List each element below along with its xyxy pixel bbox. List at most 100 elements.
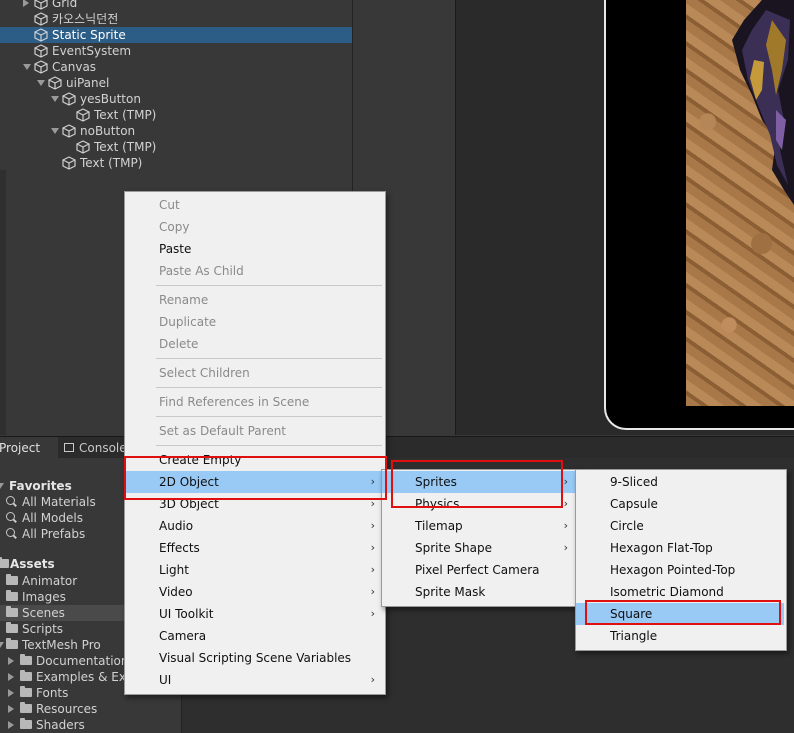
collapse-arrow-icon[interactable] (0, 642, 4, 648)
hierarchy-item[interactable]: Text (TMP) (0, 155, 352, 171)
collapse-arrow-icon[interactable] (51, 96, 59, 102)
hierarchy-item[interactable]: Canvas (0, 59, 352, 75)
sprites-submenu-item[interactable]: Triangle (576, 625, 784, 647)
submenu-arrow-icon: › (563, 475, 568, 488)
project-item-label: Scenes (22, 606, 65, 620)
context-menu-item[interactable]: Find References in Scene (125, 391, 383, 413)
hierarchy-item[interactable]: Grid (0, 0, 352, 11)
expand-arrow-icon[interactable] (8, 673, 14, 681)
hierarchy-item[interactable]: 카오스닉던전 (0, 11, 352, 27)
gameobject-cube-icon (76, 140, 90, 154)
menu-item-label: Paste (159, 242, 192, 256)
menu-separator (156, 387, 382, 388)
expand-arrow-icon[interactable] (23, 0, 29, 7)
annotation-square (585, 600, 781, 625)
folder-icon (20, 718, 32, 729)
submenu-arrow-icon: › (370, 673, 375, 686)
context-menu-item[interactable]: Camera (125, 625, 383, 647)
tab-console-label: Console (79, 441, 127, 455)
context-menu-item[interactable]: Light › (125, 559, 383, 581)
context-menu-item[interactable]: Duplicate (125, 311, 383, 333)
collapse-arrow-icon[interactable] (37, 80, 45, 86)
project-item-label: Scripts (22, 622, 64, 636)
hierarchy-item[interactable]: Text (TMP) (0, 107, 352, 123)
gameobject-cube-icon (34, 0, 48, 10)
hierarchy-item[interactable]: Text (TMP) (0, 139, 352, 155)
collapse-arrow-icon[interactable] (51, 128, 59, 134)
hierarchy-item[interactable]: Static Sprite (0, 27, 352, 43)
hierarchy-item-label: yesButton (80, 92, 141, 106)
collapse-arrow-icon[interactable] (0, 483, 4, 489)
context-menu-item[interactable]: Visual Scripting Scene Variables (125, 647, 383, 669)
context-menu-item[interactable]: Paste As Child (125, 260, 383, 282)
menu-item-label: UI (159, 673, 172, 687)
context-menu-item[interactable]: Effects › (125, 537, 383, 559)
folder-icon (6, 574, 18, 585)
hierarchy-item-label: Grid (52, 0, 78, 10)
hierarchy-item-label: noButton (80, 124, 136, 138)
context-menu-item[interactable]: Paste (125, 238, 383, 260)
hierarchy-item-label: Text (TMP) (80, 156, 143, 170)
context-menu-item[interactable]: Cut (125, 194, 383, 216)
submenu-item[interactable]: Tilemap › (382, 515, 576, 537)
project-item-label: Favorites (9, 479, 72, 493)
sprites-submenu-item[interactable]: 9-Sliced (576, 471, 784, 493)
context-menu-item[interactable]: Select Children (125, 362, 383, 384)
gameobject-cube-icon (34, 28, 48, 42)
menu-item-label: Visual Scripting Scene Variables (159, 651, 352, 665)
sprites-submenu-item[interactable]: Hexagon Flat-Top (576, 537, 784, 559)
expand-arrow-icon[interactable] (8, 721, 14, 729)
context-menu-item[interactable]: Copy (125, 216, 383, 238)
submenu-arrow-icon: › (370, 519, 375, 532)
submenu-arrow-icon: › (563, 497, 568, 510)
hierarchy-item[interactable]: EventSystem (0, 43, 352, 59)
context-menu-item[interactable]: Audio › (125, 515, 383, 537)
project-item[interactable]: Resources (0, 701, 181, 717)
menu-item-label: 9-Sliced (610, 475, 658, 489)
menu-item-label: Cut (159, 198, 180, 212)
context-menu-item[interactable]: UI Toolkit › (125, 603, 383, 625)
submenu-item[interactable]: Sprite Mask (382, 581, 576, 603)
project-item[interactable]: Shaders (0, 717, 181, 733)
expand-arrow-icon[interactable] (8, 705, 14, 713)
menu-item-label: Sprite Mask (415, 585, 486, 599)
menu-item-label: Circle (610, 519, 644, 533)
menu-item-label: Hexagon Pointed-Top (610, 563, 736, 577)
project-item-label: TextMesh Pro (22, 638, 101, 652)
collapse-arrow-icon[interactable] (23, 64, 31, 70)
menu-item-label: Duplicate (159, 315, 217, 329)
expand-arrow-icon[interactable] (8, 689, 14, 697)
menu-item-label: Light (159, 563, 189, 577)
expand-arrow-icon[interactable] (8, 657, 14, 665)
search-icon (6, 496, 15, 505)
hierarchy-item[interactable]: yesButton (0, 91, 352, 107)
tab-project[interactable]: Project (0, 437, 58, 459)
submenu-item[interactable]: Pixel Perfect Camera (382, 559, 576, 581)
hierarchy-item-label: Canvas (52, 60, 97, 74)
sprites-submenu-item[interactable]: Hexagon Pointed-Top (576, 559, 784, 581)
context-menu-item[interactable]: Video › (125, 581, 383, 603)
tab-project-label: Project (0, 441, 41, 455)
menu-item-label: Triangle (610, 629, 658, 643)
project-item-label: Documentation (36, 654, 129, 668)
menu-item-label: Sprite Shape (415, 541, 492, 555)
hierarchy-item[interactable]: noButton (0, 123, 352, 139)
sprites-submenu-item[interactable]: Capsule (576, 493, 784, 515)
menu-separator (156, 285, 382, 286)
project-item-label: Animator (22, 574, 78, 588)
folder-icon (20, 670, 32, 681)
context-menu-item[interactable]: Delete (125, 333, 383, 355)
context-menu-item[interactable]: Set as Default Parent (125, 420, 383, 442)
submenu-arrow-icon: › (563, 519, 568, 532)
folder-icon (6, 638, 18, 649)
submenu-item[interactable]: Sprite Shape › (382, 537, 576, 559)
context-menu-item[interactable]: UI › (125, 669, 383, 691)
gameobject-cube-icon (34, 12, 48, 26)
menu-item-label: Tilemap (415, 519, 463, 533)
submenu-arrow-icon: › (370, 541, 375, 554)
context-menu-item[interactable]: Rename (125, 289, 383, 311)
menu-item-label: Camera (159, 629, 207, 643)
hierarchy-item[interactable]: uiPanel (0, 75, 352, 91)
menu-item-label: Isometric Diamond (610, 585, 724, 599)
sprites-submenu-item[interactable]: Circle (576, 515, 784, 537)
